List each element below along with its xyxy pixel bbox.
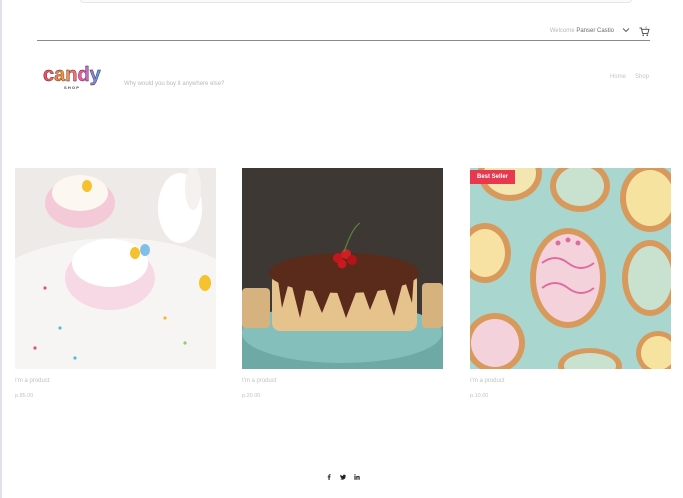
welcome-text: Welcome Panser Castio (550, 28, 614, 34)
product-image-cupcakes[interactable] (15, 168, 216, 369)
svg-text:SHOP: SHOP (64, 85, 80, 90)
social-links (326, 474, 360, 480)
product-image-easter-cookies[interactable]: Best Seller (470, 168, 671, 369)
top-search-bar[interactable] (80, 0, 632, 3)
product-price: p.85.00 (15, 393, 34, 399)
product-card[interactable]: I'm a product p.20.00 (242, 168, 443, 399)
facebook-icon[interactable] (326, 474, 332, 480)
twitter-icon[interactable] (340, 474, 346, 480)
chevron-down-icon[interactable] (622, 26, 630, 34)
cart-icon: 0 (639, 26, 650, 36)
cart-button[interactable]: 0 (639, 24, 650, 36)
product-name[interactable]: I'm a product (470, 378, 671, 384)
main-nav: Home Shop (610, 74, 649, 80)
left-edge-rule (0, 0, 2, 498)
top-bar: Welcome Panser Castio 0 (37, 24, 650, 41)
linkedin-icon[interactable] (354, 474, 360, 480)
candy-shop-logo[interactable]: candy SHOP (42, 62, 110, 92)
product-price: p.20.00 (242, 393, 261, 399)
product-name[interactable]: I'm a product (15, 378, 216, 384)
user-name[interactable]: Panser Castio (576, 28, 614, 34)
product-card[interactable]: Best Seller I'm a product p.10.00 (470, 168, 671, 399)
page: Welcome Panser Castio 0 candy SHOP Why w… (0, 0, 683, 498)
welcome-prefix: Welcome (549, 28, 575, 34)
product-price: p.10.00 (470, 393, 489, 399)
product-name[interactable]: I'm a product (242, 378, 443, 384)
product-image-chocolate-cake[interactable] (242, 168, 443, 369)
nav-item-home[interactable]: Home (610, 74, 626, 80)
product-card[interactable]: I'm a product p.85.00 (15, 168, 216, 399)
best-seller-badge: Best Seller (470, 170, 516, 184)
svg-text:candy: candy (43, 64, 102, 86)
nav-item-shop[interactable]: Shop (635, 74, 649, 80)
tagline: Why would you buy it anywhere else? (124, 81, 225, 87)
